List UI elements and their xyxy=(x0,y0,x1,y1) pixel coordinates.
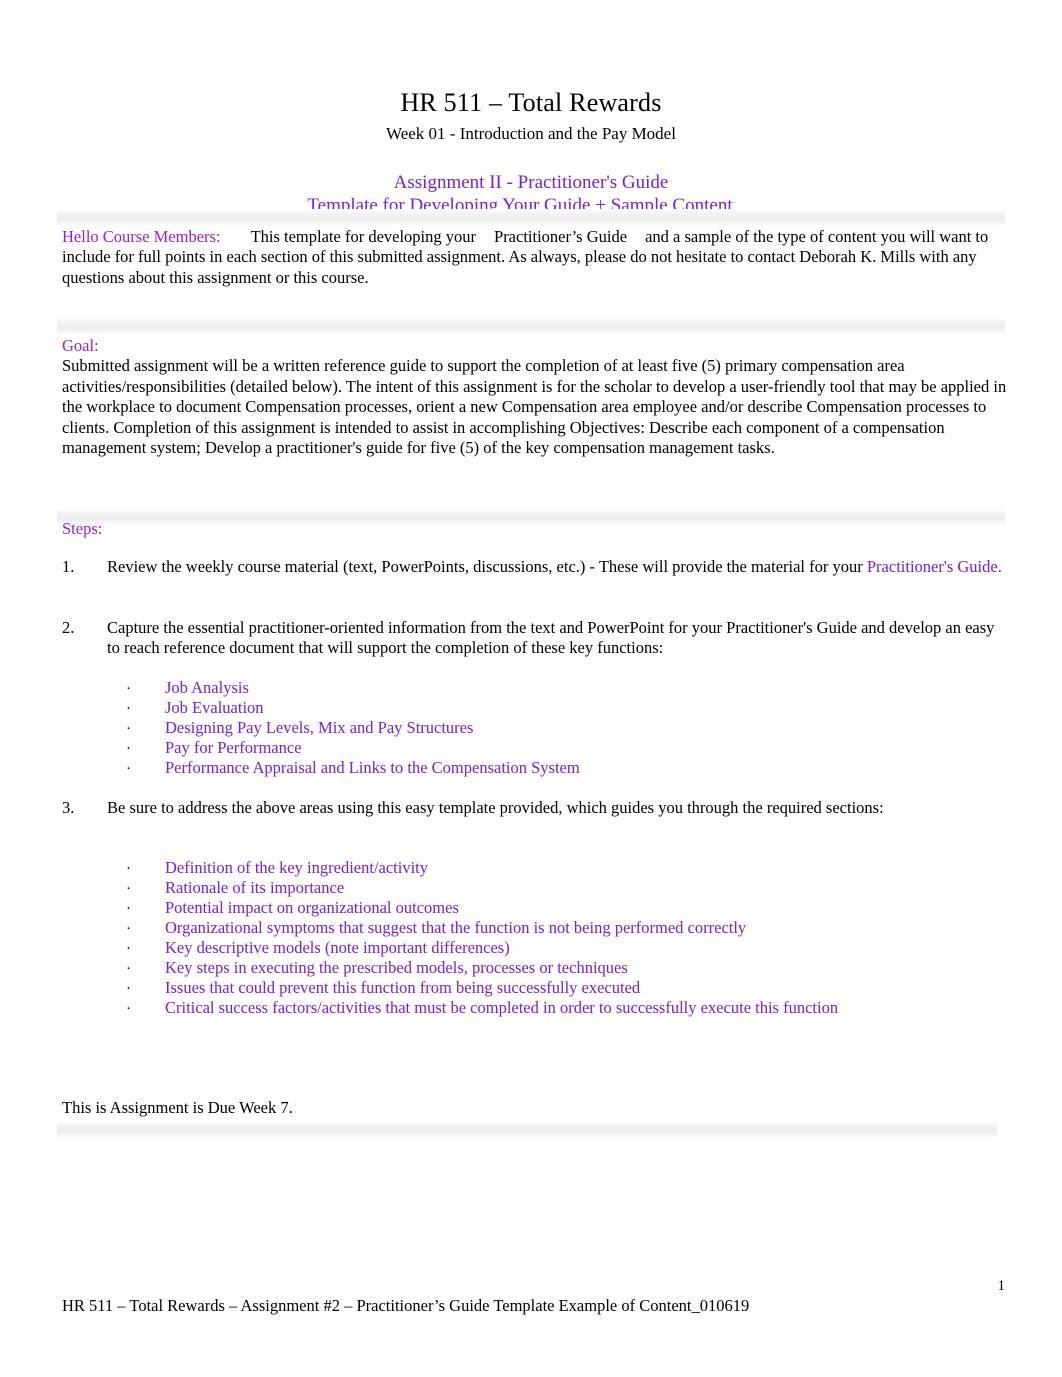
list-item: · Organizational symptoms that suggest t… xyxy=(126,918,838,938)
step-2-number: 2. xyxy=(62,618,75,637)
greeting-label: Hello Course Members: xyxy=(62,227,221,246)
list-item: · Performance Appraisal and Links to the… xyxy=(126,758,580,778)
section-divider-goal xyxy=(57,318,1005,335)
bullet-icon: · xyxy=(126,941,131,957)
list-item: · Pay for Performance xyxy=(126,738,580,758)
bullet-icon: · xyxy=(126,881,131,897)
bullet-icon: · xyxy=(126,761,131,777)
bullet-icon: · xyxy=(126,701,131,717)
document-page: HR 511 – Total Rewards Week 01 - Introdu… xyxy=(0,0,1062,1377)
page-number: 1 xyxy=(997,1278,1006,1294)
step-3-number: 3. xyxy=(62,798,75,817)
bullet-icon: · xyxy=(126,741,131,757)
list-item: · Rationale of its importance xyxy=(126,878,838,898)
bullet-icon: · xyxy=(126,921,131,937)
list-item-label: Key descriptive models (note important d… xyxy=(165,938,510,957)
step-item-2: 2. Capture the essential practitioner-or… xyxy=(62,618,1007,659)
required-sections-list: · Definition of the key ingredient/activ… xyxy=(126,858,838,1018)
list-item-label: Pay for Performance xyxy=(165,738,302,757)
bullet-icon: · xyxy=(126,721,131,737)
steps-label-wrapper: Steps: xyxy=(62,519,1007,539)
goal-paragraph: Submitted assignment will be a written r… xyxy=(62,356,1007,458)
greeting-text-part1: This template for developing your xyxy=(250,227,477,246)
footer-text: HR 511 – Total Rewards – Assignment #2 –… xyxy=(62,1296,750,1315)
list-item-label: Job Analysis xyxy=(165,678,249,697)
steps-label: Steps: xyxy=(62,519,103,538)
bullet-icon: · xyxy=(126,1001,131,1017)
page-subtitle: Week 01 - Introduction and the Pay Model xyxy=(386,124,676,143)
step-1-text: Review the weekly course material (text,… xyxy=(107,557,863,576)
bullet-icon: · xyxy=(126,861,131,877)
list-item: · Critical success factors/activities th… xyxy=(126,998,838,1018)
list-item: · Job Evaluation xyxy=(126,698,580,718)
list-item: · Job Analysis xyxy=(126,678,580,698)
page-title: HR 511 – Total Rewards xyxy=(400,88,662,117)
section-divider-greeting xyxy=(57,209,1005,226)
list-item: · Definition of the key ingredient/activ… xyxy=(126,858,838,878)
goal-section: Goal: Submitted assignment will be a wri… xyxy=(62,336,1007,458)
list-item-label: Critical success factors/activities that… xyxy=(165,998,839,1017)
bullet-icon: · xyxy=(126,901,131,917)
goal-label: Goal: xyxy=(62,336,99,355)
due-note-section: This is Assignment is Due Week 7. xyxy=(62,1098,1007,1118)
list-item-label: Organizational symptoms that suggest tha… xyxy=(165,918,747,937)
step-1-body: Review the weekly course material (text,… xyxy=(107,557,1007,577)
list-item: · Issues that could prevent this functio… xyxy=(126,978,838,998)
list-item-label: Issues that could prevent this function … xyxy=(165,978,641,997)
list-item: · Designing Pay Levels, Mix and Pay Stru… xyxy=(126,718,580,738)
bullet-icon: · xyxy=(126,981,131,997)
list-item: · Potential impact on organizational out… xyxy=(126,898,838,918)
bullet-icon: · xyxy=(126,961,131,977)
list-item-label: Key steps in executing the prescribed mo… xyxy=(165,958,628,977)
list-item: · Key steps in executing the prescribed … xyxy=(126,958,838,978)
due-note: This is Assignment is Due Week 7. xyxy=(62,1098,293,1117)
greeting-section: Hello Course Members: This template for d… xyxy=(62,227,1007,288)
title-block: HR 511 – Total Rewards Week 01 - Introdu… xyxy=(0,0,1062,217)
greeting-paragraph: Hello Course Members: This template for d… xyxy=(62,227,1007,288)
step-item-1: 1. Review the weekly course material (te… xyxy=(62,557,1007,577)
list-item-label: Designing Pay Levels, Mix and Pay Struct… xyxy=(165,718,474,737)
step-item-3: 3. Be sure to address the above areas us… xyxy=(62,798,1007,818)
step-1-highlight: Practitioner's Guide. xyxy=(866,557,1002,576)
greeting-emphasis: Practitioner’s Guide xyxy=(494,227,628,246)
step-1-number: 1. xyxy=(62,557,75,576)
step-2-text: Capture the essential practitioner-orien… xyxy=(107,618,995,658)
section-divider-due xyxy=(57,1121,997,1138)
list-item-label: Potential impact on organizational outco… xyxy=(165,898,459,917)
list-item-label: Definition of the key ingredient/activit… xyxy=(165,858,429,877)
assignment-title: Assignment II - Practitioner's Guide xyxy=(393,172,669,193)
list-item: · Key descriptive models (note important… xyxy=(126,938,838,958)
list-item-label: Performance Appraisal and Links to the C… xyxy=(165,758,580,777)
list-item-label: Job Evaluation xyxy=(165,698,264,717)
step-3-text: Be sure to address the above areas using… xyxy=(107,798,884,817)
bullet-icon: · xyxy=(126,681,131,697)
list-item-label: Rationale of its importance xyxy=(165,878,345,897)
key-functions-list: · Job Analysis · Job Evaluation · Design… xyxy=(126,678,580,778)
